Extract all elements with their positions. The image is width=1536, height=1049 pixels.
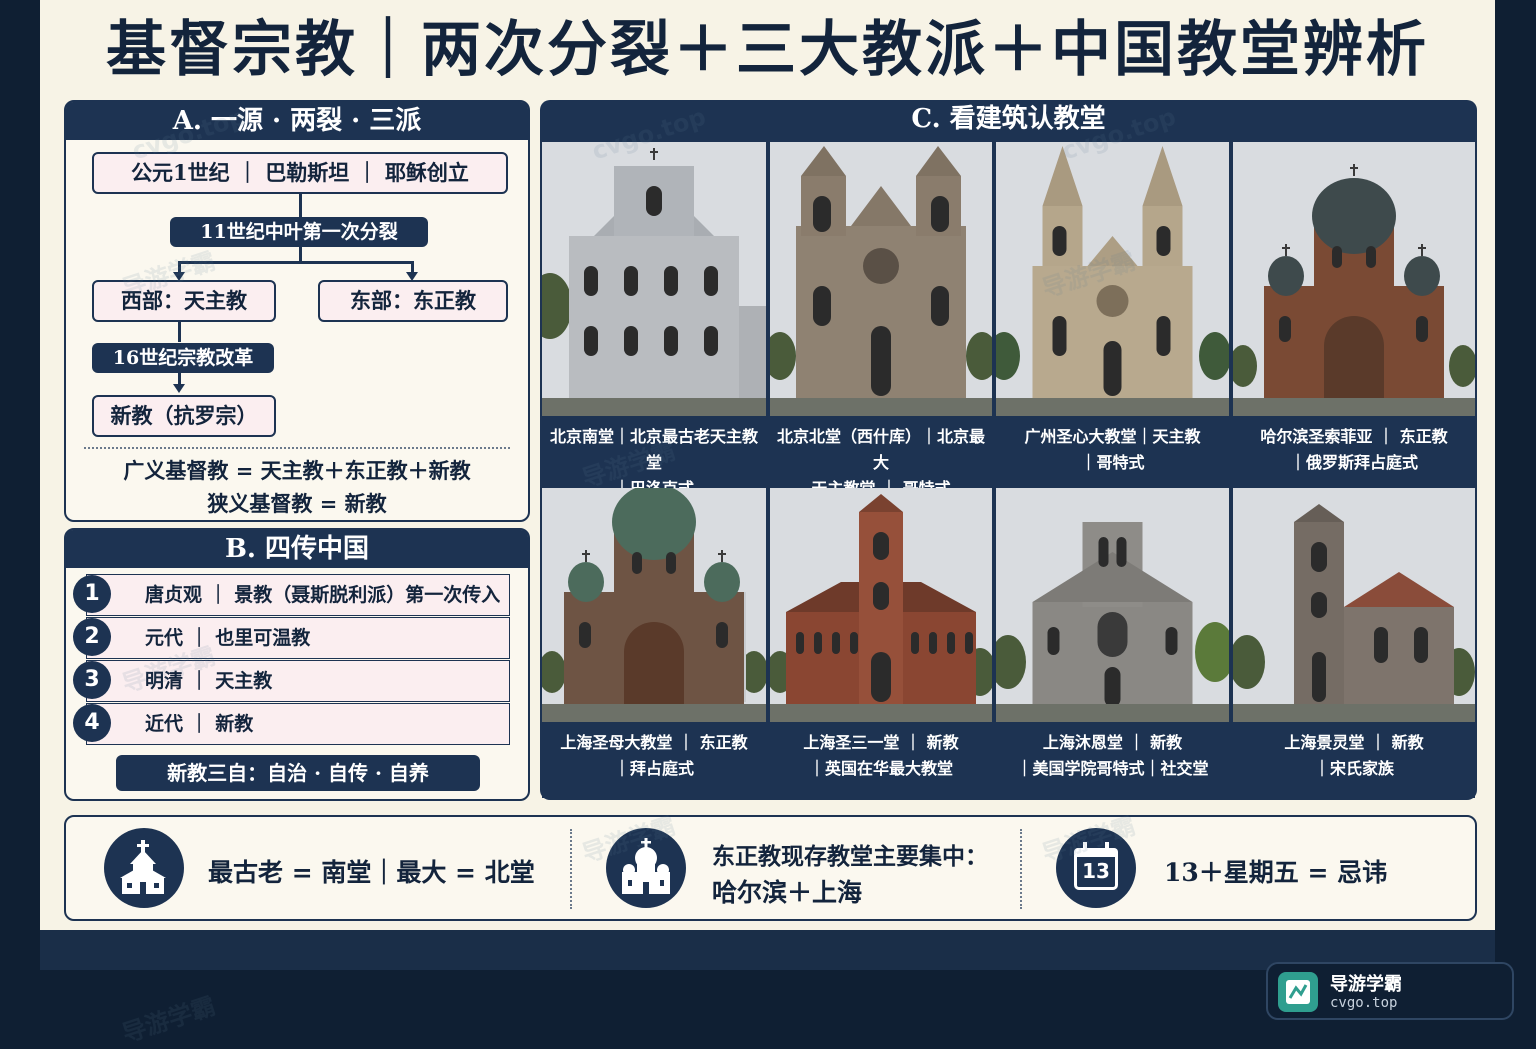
divider	[570, 829, 572, 909]
church-card: 上海圣母大教堂 ｜ 东正教 ｜拜占庭式	[542, 488, 766, 798]
church-card: 上海沐恩堂 ｜ 新教 ｜美国学院哥特式｜社交堂	[996, 488, 1229, 798]
church-caption-line: ｜英国在华最大教堂	[808, 759, 953, 778]
narrow-definition: 狭义基督教 = 新教	[207, 491, 387, 516]
list-item: 2 元代 ｜ 也里可温教	[73, 617, 510, 659]
number-badge: 3	[73, 661, 111, 699]
church-photo	[770, 142, 992, 416]
east-orthodox-box: 东部：东正教	[318, 280, 508, 322]
arrow-icon	[173, 384, 185, 393]
church-caption-line: 广州圣心大教堂｜天主教	[1024, 427, 1201, 446]
list-item-text: 唐贞观 ｜ 景教（聂斯脱利派）第一次传入	[145, 584, 501, 606]
reformation-label: 16世纪宗教改革	[92, 343, 274, 373]
church-card: 北京南堂｜北京最古老天主教堂｜巴洛克式	[542, 142, 766, 498]
panel-a-heading: A. 一源 · 两裂 · 三派	[66, 102, 528, 140]
church-caption-line: 哈尔滨圣索菲亚 ｜ 东正教	[1260, 427, 1448, 446]
connector-line	[299, 194, 302, 218]
panel-four-spreads: B. 四传中国 1 唐贞观 ｜ 景教（聂斯脱利派）第一次传入 2 元代 ｜ 也里…	[64, 528, 530, 801]
west-catholic-box: 西部：天主教	[92, 280, 276, 322]
church-caption-line: 上海圣母大教堂 ｜ 东正教	[560, 733, 748, 752]
panel-b-heading: B. 四传中国	[66, 530, 528, 568]
church-caption-line: ｜宋氏家族	[1313, 759, 1394, 778]
church-caption: 广州圣心大教堂｜天主教 ｜哥特式	[1000, 424, 1225, 476]
brand-badge[interactable]: 导游学霸 cvgo.top	[1266, 962, 1514, 1020]
church-caption-line: ｜哥特式	[1080, 453, 1145, 472]
divider	[84, 447, 510, 449]
church-caption-line: 北京北堂（西什库）｜北京最大	[776, 427, 985, 472]
panel-c-heading: C. 看建筑认教堂	[911, 104, 1106, 134]
church-caption-line: 上海景灵堂 ｜ 新教	[1284, 733, 1424, 752]
list-item: 1 唐贞观 ｜ 景教（聂斯脱利派）第一次传入	[73, 574, 510, 616]
brand-name: 导游学霸	[1330, 974, 1402, 995]
church-photo	[542, 488, 766, 722]
connector-line	[178, 261, 414, 264]
list-item: 4 近代 ｜ 新教	[73, 703, 510, 745]
church-photo	[542, 142, 766, 416]
list-item-text: 明清 ｜ 天主教	[145, 670, 273, 692]
list-item: 3 明清 ｜ 天主教	[73, 660, 510, 702]
friday-13-fact: 13＋星期五 = 忌讳	[1164, 858, 1388, 887]
list-item-text: 元代 ｜ 也里可温教	[145, 627, 311, 649]
number-badge: 1	[73, 575, 111, 613]
church-caption: 上海景灵堂 ｜ 新教 ｜宋氏家族	[1237, 730, 1471, 782]
church-card: 上海景灵堂 ｜ 新教 ｜宋氏家族	[1233, 488, 1475, 798]
orthodox-location-fact-line2: 哈尔滨＋上海	[712, 878, 863, 907]
watermark: 导游学霸	[118, 991, 219, 1049]
church-card: 上海圣三一堂 ｜ 新教 ｜英国在华最大教堂	[770, 488, 992, 798]
key-facts-bar: 最古老 = 南堂｜最大 = 北堂 东正教现存教堂主要集中： 哈尔滨＋上海 13 …	[64, 815, 1477, 921]
church-caption: 上海圣母大教堂 ｜ 东正教 ｜拜占庭式	[546, 730, 762, 782]
church-caption-line: 上海圣三一堂 ｜ 新教	[803, 733, 959, 752]
church-photo	[1233, 488, 1475, 722]
orthodox-location-fact-line1: 东正教现存教堂主要集中：	[712, 843, 988, 870]
church-caption: 哈尔滨圣索菲亚 ｜ 东正教 ｜俄罗斯拜占庭式	[1237, 424, 1471, 476]
church-card: 北京北堂（西什库）｜北京最大天主教堂 ｜ 哥特式	[770, 142, 992, 498]
church-card: 广州圣心大教堂｜天主教 ｜哥特式	[996, 142, 1229, 485]
orthodox-church-icon	[606, 828, 686, 908]
church-photo	[770, 488, 992, 722]
church-caption-line: ｜拜占庭式	[613, 759, 694, 778]
panel-origin-splits: A. 一源 · 两裂 · 三派 公元1世纪 ｜ 巴勒斯坦 ｜ 耶稣创立 11世纪…	[64, 100, 530, 522]
brand-url: cvgo.top	[1330, 995, 1398, 1011]
three-self-label: 新教三自：自治 · 自传 · 自养	[116, 755, 480, 791]
church-photo	[996, 488, 1229, 722]
church-photo	[1233, 142, 1475, 416]
broad-definition: 广义基督教 = 天主教＋东正教＋新教	[123, 458, 471, 483]
connector-line	[178, 322, 181, 342]
oldest-largest-fact: 最古老 = 南堂｜最大 = 北堂	[208, 858, 535, 887]
divider	[1020, 829, 1022, 909]
page-title: 基督宗教｜两次分裂＋三大教派＋中国教堂辨析	[106, 15, 1429, 85]
calendar-icon: 13	[1056, 828, 1136, 908]
church-caption-line: ｜俄罗斯拜占庭式	[1289, 453, 1418, 472]
church-photo	[996, 142, 1229, 416]
number-badge: 4	[73, 704, 111, 742]
church-caption-line: 北京南堂｜北京最古老天主教堂	[549, 427, 758, 472]
first-schism-label: 11世纪中叶第一次分裂	[170, 217, 428, 247]
list-item-text: 近代 ｜ 新教	[145, 713, 254, 735]
calendar-number: 13	[1082, 859, 1110, 883]
church-caption-line: ｜美国学院哥特式｜社交堂	[1016, 759, 1209, 778]
panel-church-gallery: C. 看建筑认教堂 北京南堂｜北京最古老天主教堂｜巴洛克式北京北堂（西什库）｜北…	[540, 100, 1477, 800]
church-caption: 上海圣三一堂 ｜ 新教 ｜英国在华最大教堂	[774, 730, 988, 782]
church-icon	[104, 828, 184, 908]
origin-box: 公元1世纪 ｜ 巴勒斯坦 ｜ 耶稣创立	[92, 152, 508, 194]
map-book-icon	[1278, 972, 1318, 1012]
church-caption-line: 上海沐恩堂 ｜ 新教	[1042, 733, 1183, 752]
church-card: 哈尔滨圣索菲亚 ｜ 东正教 ｜俄罗斯拜占庭式	[1233, 142, 1475, 485]
protestant-box: 新教（抗罗宗）	[92, 395, 276, 437]
number-badge: 2	[73, 618, 111, 656]
church-caption: 上海沐恩堂 ｜ 新教 ｜美国学院哥特式｜社交堂	[1000, 730, 1225, 782]
